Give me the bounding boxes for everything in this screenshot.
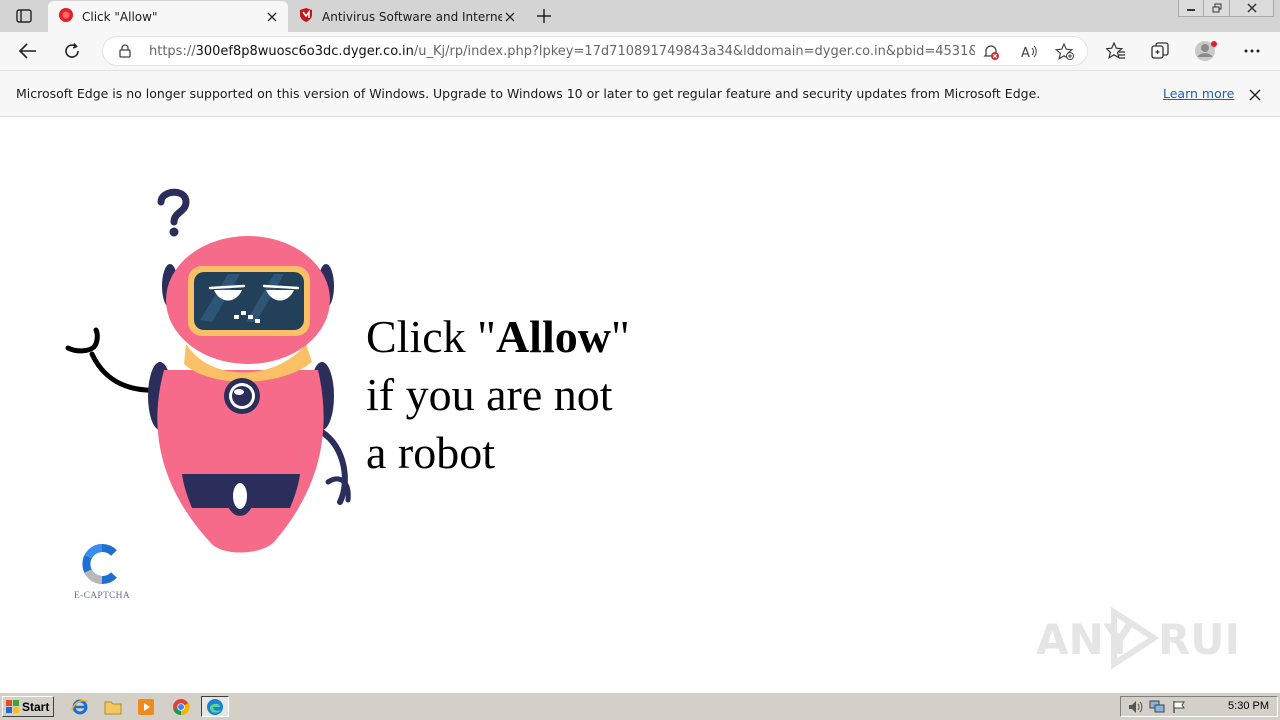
taskbar-clock[interactable]: 5:30 PM [1228,700,1269,712]
headline-allow-word: Allow [495,311,611,362]
taskbar-edge[interactable] [201,696,229,717]
taskbar-chrome[interactable] [167,696,195,717]
anyrun-watermark: ANY RUN [1036,606,1236,670]
windows-logo-icon [6,699,19,713]
notification-blocked-icon[interactable] [981,42,1001,62]
edge-icon [207,698,223,715]
start-button[interactable]: Start [2,696,54,717]
collections-button[interactable] [1148,39,1172,63]
url-path: /u_Kj/rp/index.php?lpkey=17d710891749843… [413,44,975,59]
browser-toolbar: https://300ef8p8wuosc6o3dc.dyger.co.in/u… [0,32,1280,70]
address-bar[interactable]: https://300ef8p8wuosc6o3dc.dyger.co.in/u… [102,36,1088,66]
refresh-button[interactable] [60,39,84,63]
internet-explorer-icon[interactable] [70,697,90,717]
page-headline: Click "Allow" if you are not a robot [366,308,630,482]
watermark-run: RUN [1158,615,1236,664]
tab-antivirus[interactable]: Antivirus Software and Internet S [290,1,526,32]
minimize-button[interactable] [1178,0,1204,17]
tab-close-icon[interactable] [264,9,280,25]
headline-line-2: if you are not [366,369,613,420]
file-explorer-icon[interactable] [103,697,123,717]
start-label: Start [22,699,50,714]
tab-close-icon[interactable] [502,9,518,25]
url-host: 300ef8p8wuosc6o3dc.dyger.co.in [195,44,414,59]
profile-button[interactable] [1194,39,1218,63]
url-text[interactable]: https://300ef8p8wuosc6o3dc.dyger.co.in/u… [149,44,975,59]
learn-more-link[interactable]: Learn more [1163,86,1234,101]
question-mark-icon [157,188,190,237]
favorites-button[interactable] [1104,39,1128,63]
unsupported-windows-infobar: Microsoft Edge is no longer supported on… [0,70,1280,117]
system-tray: 5:30 PM [1120,696,1278,717]
headline-line-1: Click "Allow" [366,308,630,366]
volume-icon[interactable] [1127,699,1143,715]
window-controls [1178,0,1274,18]
tab-strip: Click "Allow" Antivirus Software and Int… [0,0,1280,32]
mcafee-shield-icon [298,7,314,26]
url-prefix: https:// [149,44,196,59]
more-menu-button[interactable] [1240,39,1264,63]
read-aloud-icon[interactable]: A [1019,42,1039,62]
lock-icon[interactable] [117,43,133,59]
headline-prefix: Click " [366,311,496,362]
back-button[interactable] [16,39,40,63]
infobar-close-icon[interactable] [1246,86,1264,104]
tab-actions-icon[interactable] [8,5,40,27]
chrome-icon [173,698,190,715]
captcha-label: E-CAPTCHA [74,591,131,601]
robot-illustration [65,188,351,553]
windows-taskbar: Start 5:30 PM [0,692,1280,720]
tab-favicon-icon [58,7,74,26]
new-tab-button[interactable] [532,5,556,27]
action-center-flag-icon[interactable] [1171,699,1187,715]
infobar-message: Microsoft Edge is no longer supported on… [16,86,1041,101]
add-favorite-icon[interactable] [1055,42,1075,62]
captcha-logo-icon [82,544,117,584]
tab-title: Antivirus Software and Internet S [322,9,502,24]
headline-suffix: " [610,311,630,362]
page-content: Click "Allow" if you are not a robot E-C… [0,118,1280,692]
tab-click-allow[interactable]: Click "Allow" [48,1,288,32]
tab-title: Click "Allow" [82,9,158,24]
restore-button[interactable] [1204,0,1230,17]
headline-line-3: a robot [366,427,496,478]
svg-text:A: A [1021,46,1030,60]
media-player-icon[interactable] [136,697,156,717]
network-icon[interactable] [1149,699,1165,715]
close-window-button[interactable] [1230,0,1274,17]
